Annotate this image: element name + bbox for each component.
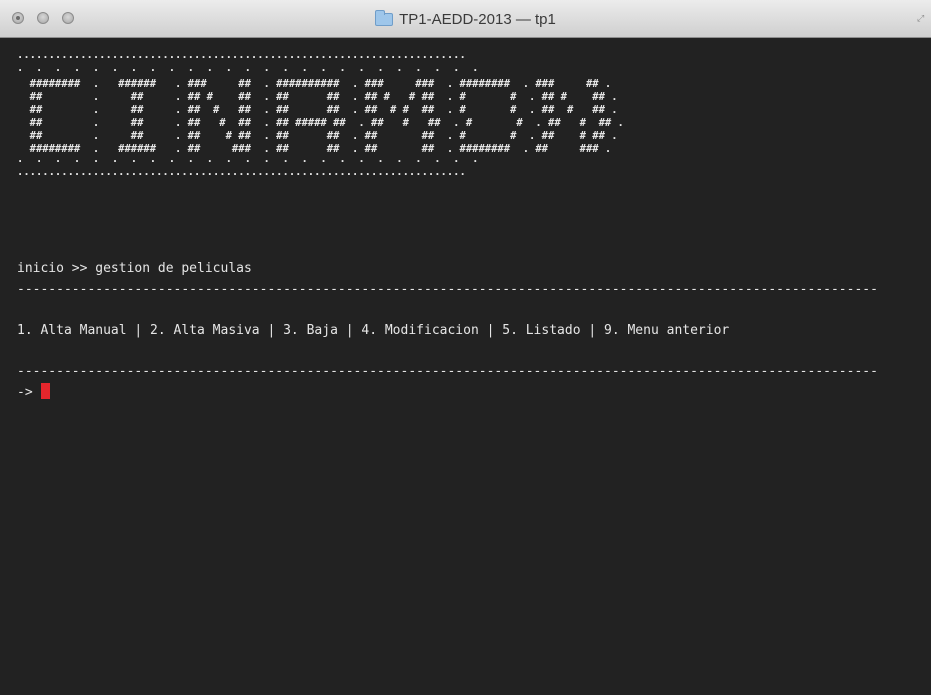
terminal-window: TP1-AEDD-2013 — tp1 ⤢ ··················… [0, 0, 931, 695]
resize-icon[interactable]: ⤢ [917, 14, 927, 24]
window-title-area: TP1-AEDD-2013 — tp1 [0, 0, 931, 38]
separator-line: ----------------------------------------… [17, 364, 878, 379]
title-bar[interactable]: TP1-AEDD-2013 — tp1 ⤢ [0, 0, 931, 38]
text-cursor [40, 383, 50, 399]
terminal-content[interactable]: ········································… [0, 38, 931, 695]
ascii-banner: ········································… [17, 52, 624, 181]
separator-line: ----------------------------------------… [17, 282, 878, 297]
menu-options: 1. Alta Manual | 2. Alta Masiva | 3. Baj… [17, 323, 730, 338]
window-title: TP1-AEDD-2013 — tp1 [399, 11, 556, 28]
folder-icon [375, 10, 394, 26]
breadcrumb: inicio >> gestion de peliculas [17, 261, 252, 276]
command-prompt[interactable]: -> [17, 383, 50, 401]
prompt-symbol: -> [17, 385, 33, 400]
